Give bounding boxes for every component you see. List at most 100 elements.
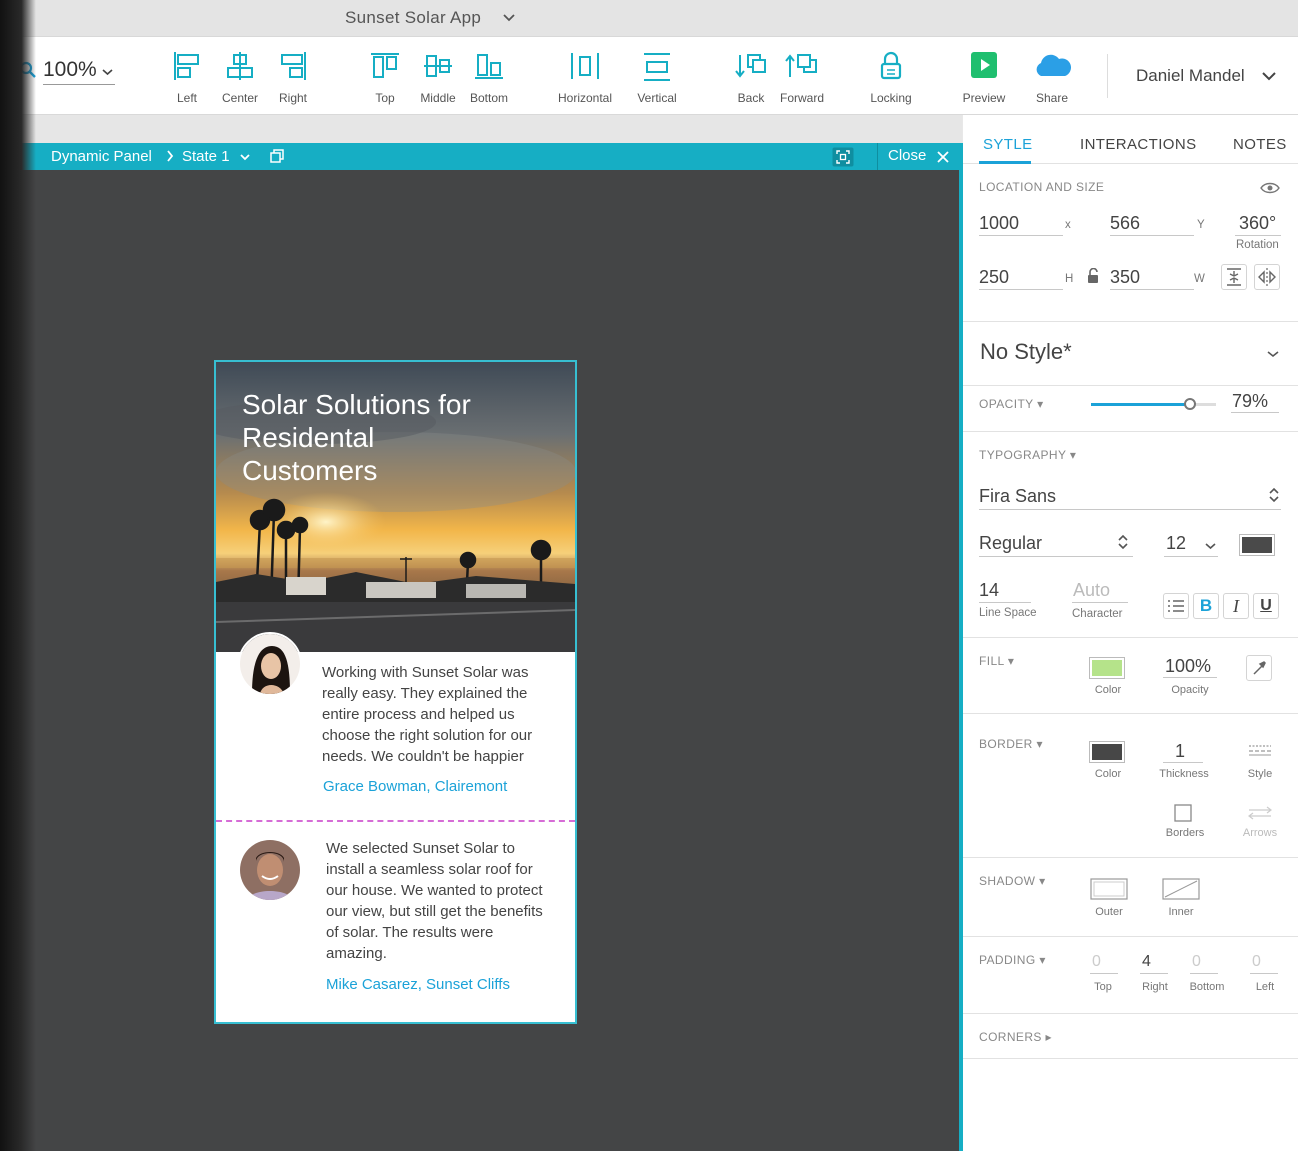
bold-button[interactable]: B <box>1193 593 1219 619</box>
user-name[interactable]: Daniel Mandel <box>1136 66 1245 86</box>
hero-image[interactable]: Solar Solutions for Residental Customers <box>216 362 575 652</box>
zoom-underline <box>43 84 115 85</box>
section-divider <box>963 1058 1298 1059</box>
font-size-select[interactable]: 12 <box>1166 533 1186 554</box>
select-updown-icon[interactable] <box>1268 486 1280 504</box>
breadcrumb-dynamic-panel[interactable]: Dynamic Panel <box>51 148 152 165</box>
fit-to-screen-icon[interactable] <box>832 147 854 167</box>
tab-interactions[interactable]: INTERACTIONS <box>1080 136 1196 153</box>
height-field[interactable]: 250 <box>979 267 1009 288</box>
font-weight-underline <box>979 556 1133 557</box>
style-dropdown[interactable]: No Style* <box>980 339 1072 365</box>
inspector-panel: SYTLE INTERACTIONS NOTES LOCATION AND SI… <box>963 115 1298 1151</box>
border-color-swatch[interactable] <box>1089 741 1125 763</box>
share-button[interactable]: Share <box>1017 37 1087 107</box>
bullet-list-icon <box>1168 600 1184 612</box>
padding-bottom-field[interactable]: 0 <box>1192 953 1201 971</box>
app-title[interactable]: Sunset Solar App <box>345 8 481 28</box>
bring-forward-button[interactable]: Forward <box>767 37 837 107</box>
fill-opacity-field[interactable]: 100% <box>1165 656 1211 677</box>
testimonial-author-link[interactable]: Grace Bowman, Clairemont <box>323 778 507 795</box>
font-size-underline <box>1164 556 1218 557</box>
fill-title: FILL <box>979 654 1005 668</box>
line-space-field[interactable]: 14 <box>979 580 999 601</box>
inner-shadow-icon[interactable] <box>1162 878 1200 900</box>
flip-horizontal-button[interactable] <box>1254 264 1280 290</box>
zoom-search-icon[interactable] <box>19 61 37 79</box>
padding-title: PADDING <box>979 953 1036 967</box>
underline-button[interactable]: U <box>1253 593 1279 619</box>
tab-style[interactable]: SYTLE <box>983 136 1033 153</box>
section-divider <box>963 321 1298 322</box>
flip-vertical-button[interactable] <box>1221 264 1247 290</box>
rotation-field[interactable]: 360° <box>1239 213 1276 234</box>
align-right-button[interactable]: Right <box>258 37 328 107</box>
chevron-down-icon[interactable] <box>1205 542 1216 550</box>
breadcrumb-state[interactable]: State 1 <box>182 148 230 165</box>
unlock-aspect-icon[interactable] <box>1086 268 1100 284</box>
close-panel-button[interactable]: Close <box>888 147 926 164</box>
x-field[interactable]: 1000 <box>979 213 1019 234</box>
opacity-value[interactable]: 79% <box>1232 391 1268 412</box>
tab-notes[interactable]: NOTES <box>1233 136 1287 153</box>
breadcrumb-divider <box>877 143 878 170</box>
design-canvas[interactable]: Solar Solutions for Residental Customers… <box>0 170 962 1151</box>
locking-button[interactable]: Locking <box>856 37 926 107</box>
x-label: x <box>1065 219 1071 231</box>
font-family-select[interactable]: Fira Sans <box>979 486 1056 507</box>
border-color-label: Color <box>1094 768 1122 780</box>
padding-right-field[interactable]: 4 <box>1142 953 1151 971</box>
distribute-horizontal-button[interactable]: Horizontal <box>550 37 620 107</box>
text-color-swatch[interactable] <box>1239 534 1275 556</box>
chevron-down-icon[interactable] <box>240 153 250 161</box>
font-weight-select[interactable]: Regular <box>979 533 1042 554</box>
flip-horizontal-icon <box>1258 268 1276 286</box>
chevron-down-icon[interactable] <box>1267 350 1279 358</box>
chevron-down-icon[interactable] <box>102 68 113 76</box>
avatar <box>238 838 302 902</box>
border-style-icon[interactable] <box>1247 742 1273 758</box>
duplicate-state-icon[interactable] <box>270 149 284 163</box>
chevron-down-icon[interactable] <box>1261 70 1277 82</box>
padding-right-underline <box>1140 973 1168 974</box>
padding-bottom-underline <box>1190 973 1218 974</box>
testimonial-quote: We selected Sunset Solar to install a se… <box>326 840 543 962</box>
outer-shadow-icon[interactable] <box>1090 878 1128 900</box>
eye-icon[interactable] <box>1260 181 1280 195</box>
italic-button[interactable]: I <box>1223 593 1249 619</box>
character-underline <box>1072 602 1128 603</box>
close-icon[interactable] <box>937 151 949 163</box>
width-field[interactable]: 350 <box>1110 267 1140 288</box>
y-field[interactable]: 566 <box>1110 213 1140 234</box>
opacity-slider-track[interactable] <box>1091 398 1216 410</box>
fill-color-swatch[interactable] <box>1089 657 1125 679</box>
outer-shadow-label: Outer <box>1095 906 1123 918</box>
eyedropper-button[interactable] <box>1246 655 1272 681</box>
distribute-vertical-button[interactable]: Vertical <box>622 37 692 107</box>
testimonial-quote: Working with Sunset Solar was really eas… <box>322 664 533 765</box>
preview-button[interactable]: Preview <box>949 37 1019 107</box>
select-updown-icon[interactable] <box>1117 533 1129 551</box>
text-color-fill <box>1242 537 1272 553</box>
line-space-label: Line Space <box>979 607 1037 619</box>
character-spacing-field[interactable]: Auto <box>1073 580 1110 601</box>
dynamic-panel-mockup[interactable]: Solar Solutions for Residental Customers… <box>214 360 577 1024</box>
padding-right-label: Right <box>1142 981 1168 993</box>
padding-left-field[interactable]: 0 <box>1252 953 1261 971</box>
opacity-slider-handle[interactable] <box>1183 398 1196 410</box>
bullet-list-button[interactable] <box>1163 593 1189 619</box>
eyedropper-icon <box>1253 661 1266 675</box>
chevron-down-icon[interactable] <box>502 12 516 24</box>
borders-icon[interactable] <box>1173 803 1193 823</box>
distribute-horizontal-icon <box>571 53 599 79</box>
border-thickness-field[interactable]: 1 <box>1175 741 1185 762</box>
section-title-corners[interactable]: CORNERS ▸ <box>979 1030 1052 1044</box>
testimonial-author-link[interactable]: Mike Casarez, Sunset Cliffs <box>326 976 510 993</box>
section-title-padding: PADDING ▾ <box>979 953 1046 967</box>
send-back-icon <box>735 54 766 78</box>
zoom-level[interactable]: 100% <box>43 58 97 82</box>
height-label: H <box>1065 273 1074 285</box>
padding-top-field[interactable]: 0 <box>1092 953 1101 971</box>
align-bottom-button[interactable]: Bottom <box>454 37 524 107</box>
arrows-icon[interactable] <box>1247 805 1273 821</box>
